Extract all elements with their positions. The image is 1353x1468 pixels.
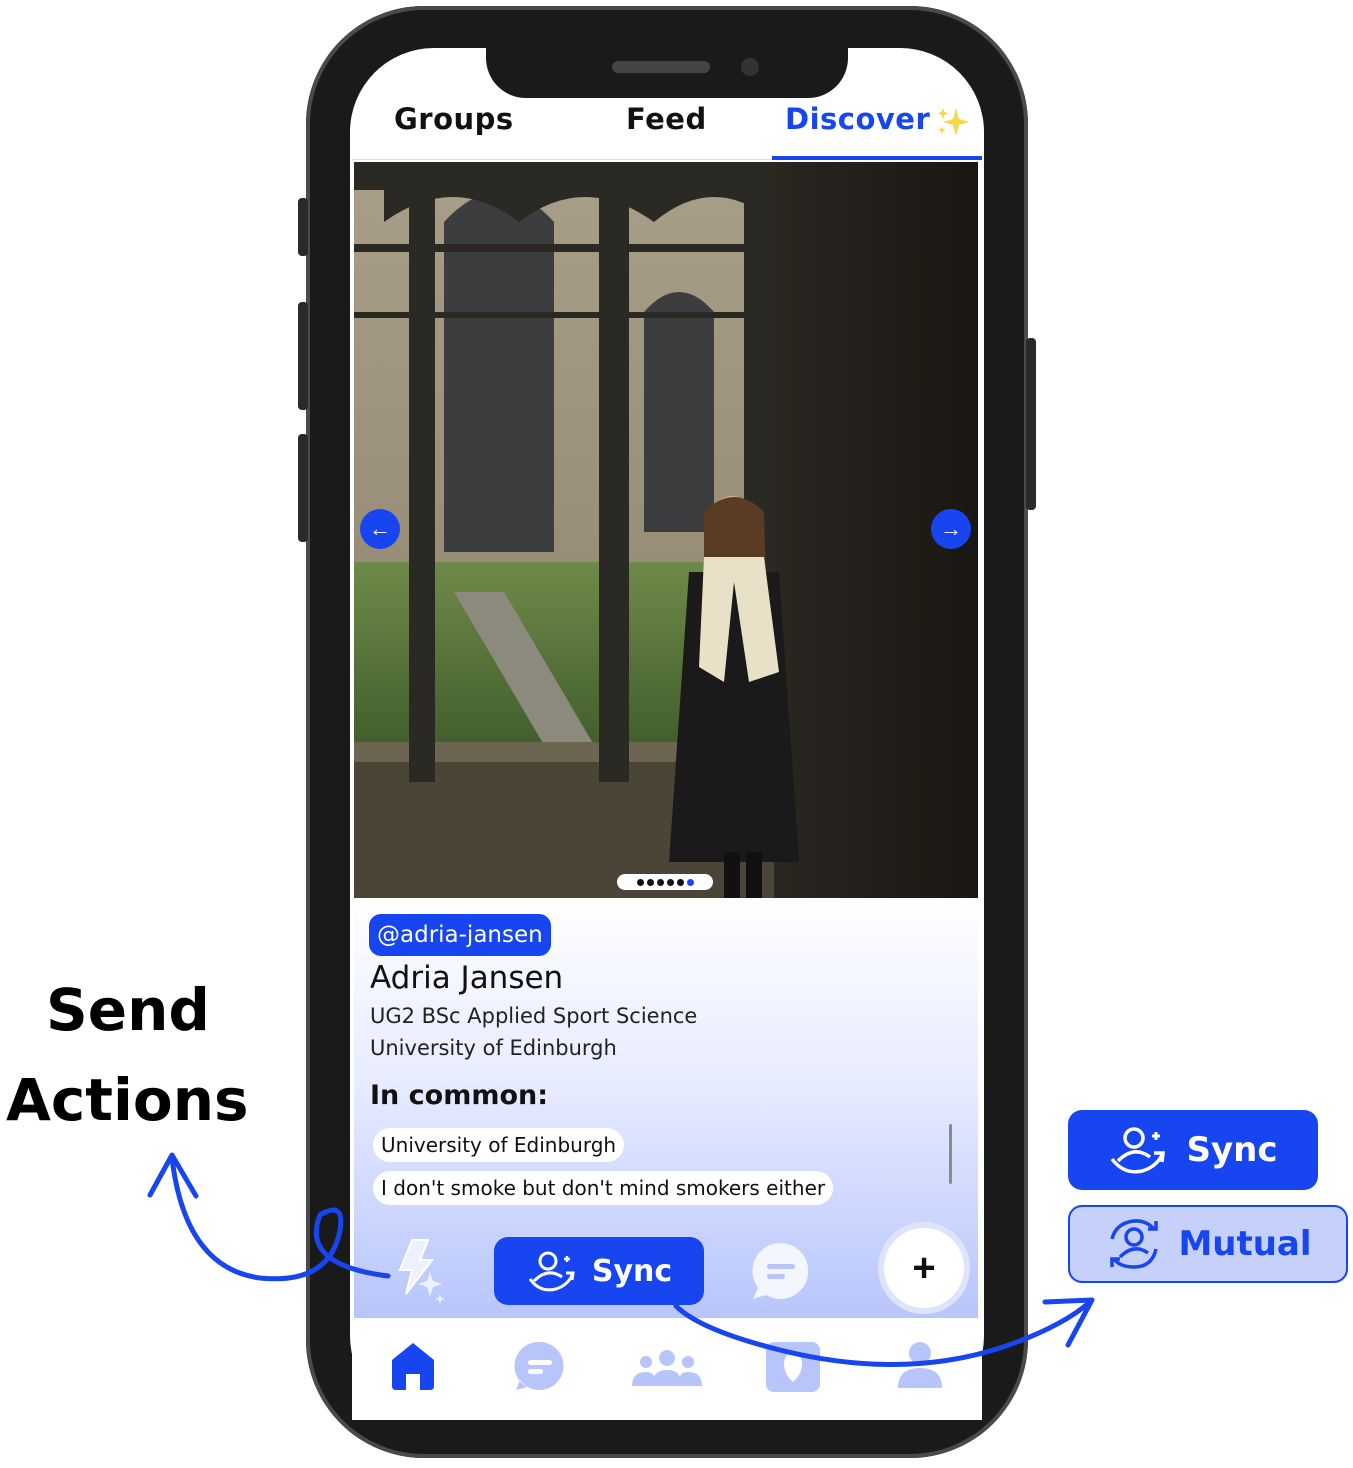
sync-state-label: Sync: [1186, 1130, 1278, 1170]
in-common-chip: University of Edinburgh: [373, 1128, 625, 1162]
sync-state-example: Sync: [1068, 1110, 1318, 1190]
power-button: [1026, 338, 1036, 510]
mutual-user-icon: [1110, 1219, 1159, 1269]
chat-bubble-icon[interactable]: [750, 1240, 812, 1302]
carousel-dot: [646, 878, 654, 886]
badge-icon[interactable]: [764, 1340, 822, 1394]
in-common-scrollbar[interactable]: [949, 1124, 952, 1184]
username-badge[interactable]: @adria-jansen: [369, 914, 551, 956]
volume-up-button: [298, 302, 308, 410]
lightning-sparkle-icon[interactable]: [392, 1238, 448, 1304]
carousel-dot: [666, 878, 674, 886]
tab-discover[interactable]: Discover: [785, 102, 930, 136]
groups-icon[interactable]: [630, 1348, 704, 1388]
profile-name: Adria Jansen: [370, 960, 564, 996]
sync-button-label: Sync: [591, 1253, 673, 1289]
tab-groups[interactable]: Groups: [394, 102, 514, 136]
profile-course: UG2 BSc Applied Sport Science: [370, 1004, 698, 1028]
chat-icon[interactable]: [514, 1340, 566, 1392]
mute-switch: [298, 198, 308, 256]
sync-user-icon: [1111, 1127, 1166, 1174]
mutual-state-example: Mutual: [1068, 1205, 1348, 1283]
carousel-dot-active: [686, 878, 694, 886]
annotation-send: Send: [46, 976, 210, 1044]
photo-scene: [354, 162, 978, 898]
mutual-state-label: Mutual: [1178, 1224, 1312, 1264]
sparkles-icon: [938, 108, 969, 136]
sync-button[interactable]: Sync: [494, 1237, 704, 1305]
add-button[interactable]: +: [884, 1228, 964, 1308]
profile-university: University of Edinburgh: [370, 1036, 617, 1060]
profile-icon[interactable]: [896, 1340, 944, 1390]
next-photo-button[interactable]: →: [931, 509, 971, 549]
profile-photo[interactable]: [354, 162, 978, 898]
active-tab-indicator: [772, 156, 982, 160]
phone-camera: [741, 58, 759, 76]
carousel-dot: [656, 878, 664, 886]
home-icon[interactable]: [390, 1340, 436, 1392]
in-common-heading: In common:: [370, 1080, 549, 1111]
carousel-dot: [636, 878, 644, 886]
carousel-indicator: [617, 874, 713, 890]
phone-speaker: [612, 61, 710, 73]
carousel-dot: [676, 878, 684, 886]
in-common-chip: I don't smoke but don't mind smokers eit…: [373, 1171, 834, 1205]
tab-feed[interactable]: Feed: [626, 102, 707, 136]
sync-user-icon: [528, 1251, 575, 1292]
previous-photo-button[interactable]: ←: [360, 509, 400, 549]
annotation-actions: Actions: [6, 1066, 249, 1134]
volume-down-button: [298, 434, 308, 542]
